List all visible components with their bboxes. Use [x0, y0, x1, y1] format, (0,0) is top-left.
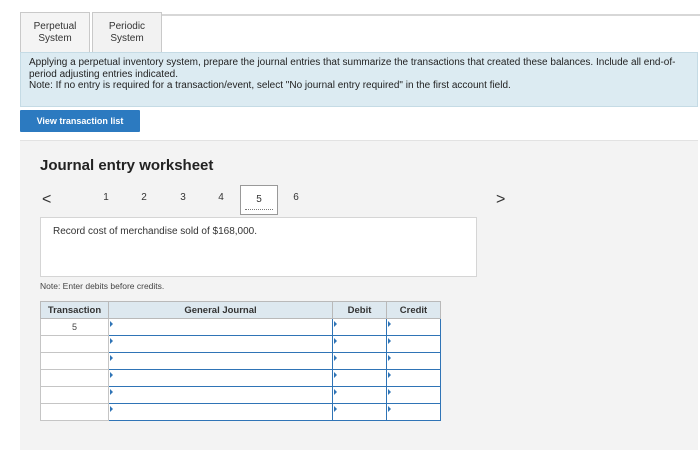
- transaction-cell: [40, 335, 109, 353]
- top-divider: [160, 14, 700, 16]
- transaction-cell: [40, 386, 109, 404]
- page-2[interactable]: 2: [136, 192, 152, 203]
- account-input[interactable]: [108, 318, 333, 336]
- account-input[interactable]: [108, 403, 333, 421]
- page-5-current[interactable]: 5: [240, 185, 278, 215]
- table-row: [40, 369, 441, 387]
- table-row: [40, 335, 441, 353]
- debit-input[interactable]: [332, 335, 387, 353]
- transaction-cell: [40, 352, 109, 370]
- worksheet-title: Journal entry worksheet: [40, 157, 214, 174]
- next-arrow-icon[interactable]: >: [496, 191, 505, 209]
- debit-input[interactable]: [332, 403, 387, 421]
- account-input[interactable]: [108, 352, 333, 370]
- journal-entry-worksheet: Journal entry worksheet < 1 2 3 4 5 6 > …: [20, 140, 698, 450]
- credit-input[interactable]: [386, 318, 441, 336]
- header-credit: Credit: [386, 301, 441, 319]
- table-row: 5: [40, 318, 441, 336]
- transaction-description: Record cost of merchandise sold of $168,…: [40, 217, 477, 277]
- page-6[interactable]: 6: [288, 192, 304, 203]
- header-debit: Debit: [332, 301, 387, 319]
- system-tabs: Perpetual System Periodic System: [20, 12, 162, 52]
- credit-input[interactable]: [386, 369, 441, 387]
- instructions-text: Applying a perpetual inventory system, p…: [29, 57, 676, 80]
- header-general-journal: General Journal: [108, 301, 333, 319]
- debit-input[interactable]: [332, 352, 387, 370]
- debit-input[interactable]: [332, 369, 387, 387]
- debit-input[interactable]: [332, 318, 387, 336]
- view-transaction-list-button[interactable]: View transaction list: [20, 110, 140, 132]
- worksheet-pager: < 1 2 3 4 5 6 >: [40, 183, 505, 217]
- table-row: [40, 386, 441, 404]
- tab-perpetual-system[interactable]: Perpetual System: [20, 12, 90, 52]
- table-row: [40, 352, 441, 370]
- debit-input[interactable]: [332, 386, 387, 404]
- prev-arrow-icon[interactable]: <: [42, 191, 51, 209]
- transaction-cell: [40, 403, 109, 421]
- credit-input[interactable]: [386, 403, 441, 421]
- credit-input[interactable]: [386, 386, 441, 404]
- instructions-note: Note: If no entry is required for a tran…: [29, 80, 511, 91]
- transaction-cell: 5: [40, 318, 109, 336]
- debits-credits-note: Note: Enter debits before credits.: [40, 281, 165, 291]
- page-1[interactable]: 1: [98, 192, 114, 203]
- credit-input[interactable]: [386, 352, 441, 370]
- journal-table: Transaction General Journal Debit Credit…: [40, 301, 441, 421]
- credit-input[interactable]: [386, 335, 441, 353]
- account-input[interactable]: [108, 386, 333, 404]
- page-3[interactable]: 3: [175, 192, 191, 203]
- account-input[interactable]: [108, 369, 333, 387]
- instructions-panel: Applying a perpetual inventory system, p…: [20, 52, 698, 107]
- page-4[interactable]: 4: [213, 192, 229, 203]
- table-row: [40, 403, 441, 421]
- transaction-cell: [40, 369, 109, 387]
- header-transaction: Transaction: [40, 301, 109, 319]
- account-input[interactable]: [108, 335, 333, 353]
- tab-periodic-system[interactable]: Periodic System: [92, 12, 162, 52]
